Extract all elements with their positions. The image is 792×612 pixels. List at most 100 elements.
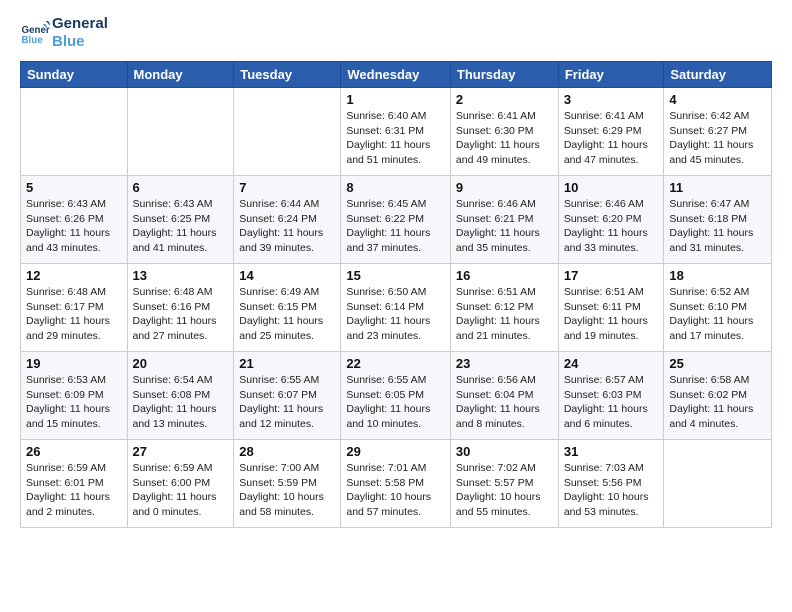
logo-general: General	[52, 15, 108, 33]
calendar-cell: 30 Sunrise: 7:02 AM Sunset: 5:57 PM Dayli…	[450, 440, 558, 528]
logo-blue: Blue	[52, 33, 108, 51]
week-row-3: 12 Sunrise: 6:48 AM Sunset: 6:17 PM Dayli…	[21, 264, 772, 352]
day-info: Sunrise: 6:51 AM Sunset: 6:11 PM Dayligh…	[564, 285, 659, 344]
day-number: 18	[669, 268, 766, 283]
weekday-header-monday: Monday	[127, 62, 234, 88]
calendar-cell: 5 Sunrise: 6:43 AM Sunset: 6:26 PM Daylig…	[21, 176, 128, 264]
day-info: Sunrise: 6:55 AM Sunset: 6:07 PM Dayligh…	[239, 373, 335, 432]
day-info: Sunrise: 6:56 AM Sunset: 6:04 PM Dayligh…	[456, 373, 553, 432]
calendar-cell: 17 Sunrise: 6:51 AM Sunset: 6:11 PM Dayli…	[558, 264, 664, 352]
day-number: 22	[346, 356, 445, 371]
calendar-cell: 9 Sunrise: 6:46 AM Sunset: 6:21 PM Daylig…	[450, 176, 558, 264]
day-number: 24	[564, 356, 659, 371]
day-info: Sunrise: 7:01 AM Sunset: 5:58 PM Dayligh…	[346, 461, 445, 520]
week-row-5: 26 Sunrise: 6:59 AM Sunset: 6:01 PM Dayli…	[21, 440, 772, 528]
calendar-cell: 23 Sunrise: 6:56 AM Sunset: 6:04 PM Dayli…	[450, 352, 558, 440]
day-number: 17	[564, 268, 659, 283]
page: General Blue General Blue SundayMondayTu…	[0, 0, 792, 612]
calendar-cell: 21 Sunrise: 6:55 AM Sunset: 6:07 PM Dayli…	[234, 352, 341, 440]
day-info: Sunrise: 7:02 AM Sunset: 5:57 PM Dayligh…	[456, 461, 553, 520]
weekday-header-tuesday: Tuesday	[234, 62, 341, 88]
day-number: 11	[669, 180, 766, 195]
day-number: 15	[346, 268, 445, 283]
week-row-1: 1 Sunrise: 6:40 AM Sunset: 6:31 PM Daylig…	[21, 88, 772, 176]
day-info: Sunrise: 6:43 AM Sunset: 6:26 PM Dayligh…	[26, 197, 122, 256]
calendar-cell: 10 Sunrise: 6:46 AM Sunset: 6:20 PM Dayli…	[558, 176, 664, 264]
day-number: 1	[346, 92, 445, 107]
calendar-cell: 26 Sunrise: 6:59 AM Sunset: 6:01 PM Dayli…	[21, 440, 128, 528]
day-number: 28	[239, 444, 335, 459]
day-info: Sunrise: 6:52 AM Sunset: 6:10 PM Dayligh…	[669, 285, 766, 344]
day-info: Sunrise: 6:44 AM Sunset: 6:24 PM Dayligh…	[239, 197, 335, 256]
day-info: Sunrise: 7:00 AM Sunset: 5:59 PM Dayligh…	[239, 461, 335, 520]
calendar-cell: 22 Sunrise: 6:55 AM Sunset: 6:05 PM Dayli…	[341, 352, 451, 440]
logo: General Blue General Blue	[20, 15, 108, 51]
day-info: Sunrise: 6:42 AM Sunset: 6:27 PM Dayligh…	[669, 109, 766, 168]
calendar-cell: 2Sunrise: 6:41 AM Sunset: 6:30 PM Daylig…	[450, 88, 558, 176]
day-info: Sunrise: 6:55 AM Sunset: 6:05 PM Dayligh…	[346, 373, 445, 432]
header: General Blue General Blue	[20, 15, 772, 51]
day-info: Sunrise: 6:46 AM Sunset: 6:21 PM Dayligh…	[456, 197, 553, 256]
calendar-cell: 31 Sunrise: 7:03 AM Sunset: 5:56 PM Dayli…	[558, 440, 664, 528]
day-info: Sunrise: 7:03 AM Sunset: 5:56 PM Dayligh…	[564, 461, 659, 520]
calendar-cell: 18 Sunrise: 6:52 AM Sunset: 6:10 PM Dayli…	[664, 264, 772, 352]
calendar-cell: 4 Sunrise: 6:42 AM Sunset: 6:27 PM Daylig…	[664, 88, 772, 176]
calendar-cell: 27 Sunrise: 6:59 AM Sunset: 6:00 PM Dayli…	[127, 440, 234, 528]
calendar-cell: 16Sunrise: 6:51 AM Sunset: 6:12 PM Dayli…	[450, 264, 558, 352]
weekday-header-saturday: Saturday	[664, 62, 772, 88]
day-info: Sunrise: 6:40 AM Sunset: 6:31 PM Dayligh…	[346, 109, 445, 168]
weekday-header-thursday: Thursday	[450, 62, 558, 88]
day-number: 19	[26, 356, 122, 371]
weekday-header-friday: Friday	[558, 62, 664, 88]
calendar-cell: 7 Sunrise: 6:44 AM Sunset: 6:24 PM Daylig…	[234, 176, 341, 264]
calendar-cell	[127, 88, 234, 176]
week-row-2: 5 Sunrise: 6:43 AM Sunset: 6:26 PM Daylig…	[21, 176, 772, 264]
day-number: 10	[564, 180, 659, 195]
weekday-header-sunday: Sunday	[21, 62, 128, 88]
day-number: 5	[26, 180, 122, 195]
day-info: Sunrise: 6:48 AM Sunset: 6:16 PM Dayligh…	[133, 285, 229, 344]
calendar-cell	[234, 88, 341, 176]
day-number: 27	[133, 444, 229, 459]
calendar-cell: 14Sunrise: 6:49 AM Sunset: 6:15 PM Dayli…	[234, 264, 341, 352]
day-number: 30	[456, 444, 553, 459]
calendar-cell: 25Sunrise: 6:58 AM Sunset: 6:02 PM Dayli…	[664, 352, 772, 440]
day-number: 3	[564, 92, 659, 107]
day-info: Sunrise: 6:57 AM Sunset: 6:03 PM Dayligh…	[564, 373, 659, 432]
calendar-cell: 1 Sunrise: 6:40 AM Sunset: 6:31 PM Daylig…	[341, 88, 451, 176]
day-number: 6	[133, 180, 229, 195]
logo-icon: General Blue	[20, 18, 50, 48]
weekday-header-wednesday: Wednesday	[341, 62, 451, 88]
day-number: 13	[133, 268, 229, 283]
day-number: 16	[456, 268, 553, 283]
day-info: Sunrise: 6:59 AM Sunset: 6:00 PM Dayligh…	[133, 461, 229, 520]
calendar-cell: 29 Sunrise: 7:01 AM Sunset: 5:58 PM Dayli…	[341, 440, 451, 528]
day-number: 9	[456, 180, 553, 195]
day-info: Sunrise: 6:46 AM Sunset: 6:20 PM Dayligh…	[564, 197, 659, 256]
day-number: 29	[346, 444, 445, 459]
day-number: 4	[669, 92, 766, 107]
day-info: Sunrise: 6:50 AM Sunset: 6:14 PM Dayligh…	[346, 285, 445, 344]
day-number: 7	[239, 180, 335, 195]
calendar-cell: 12 Sunrise: 6:48 AM Sunset: 6:17 PM Dayli…	[21, 264, 128, 352]
day-info: Sunrise: 6:54 AM Sunset: 6:08 PM Dayligh…	[133, 373, 229, 432]
calendar-cell: 28 Sunrise: 7:00 AM Sunset: 5:59 PM Dayli…	[234, 440, 341, 528]
calendar-cell: 24 Sunrise: 6:57 AM Sunset: 6:03 PM Dayli…	[558, 352, 664, 440]
day-info: Sunrise: 6:59 AM Sunset: 6:01 PM Dayligh…	[26, 461, 122, 520]
calendar-cell	[664, 440, 772, 528]
day-number: 23	[456, 356, 553, 371]
day-number: 12	[26, 268, 122, 283]
day-number: 21	[239, 356, 335, 371]
day-number: 20	[133, 356, 229, 371]
calendar-cell: 15 Sunrise: 6:50 AM Sunset: 6:14 PM Dayli…	[341, 264, 451, 352]
day-number: 8	[346, 180, 445, 195]
weekday-header-row: SundayMondayTuesdayWednesdayThursdayFrid…	[21, 62, 772, 88]
day-info: Sunrise: 6:48 AM Sunset: 6:17 PM Dayligh…	[26, 285, 122, 344]
svg-text:Blue: Blue	[22, 35, 44, 46]
week-row-4: 19Sunrise: 6:53 AM Sunset: 6:09 PM Dayli…	[21, 352, 772, 440]
day-number: 25	[669, 356, 766, 371]
day-number: 31	[564, 444, 659, 459]
day-number: 14	[239, 268, 335, 283]
day-info: Sunrise: 6:41 AM Sunset: 6:30 PM Dayligh…	[456, 109, 553, 168]
day-number: 26	[26, 444, 122, 459]
